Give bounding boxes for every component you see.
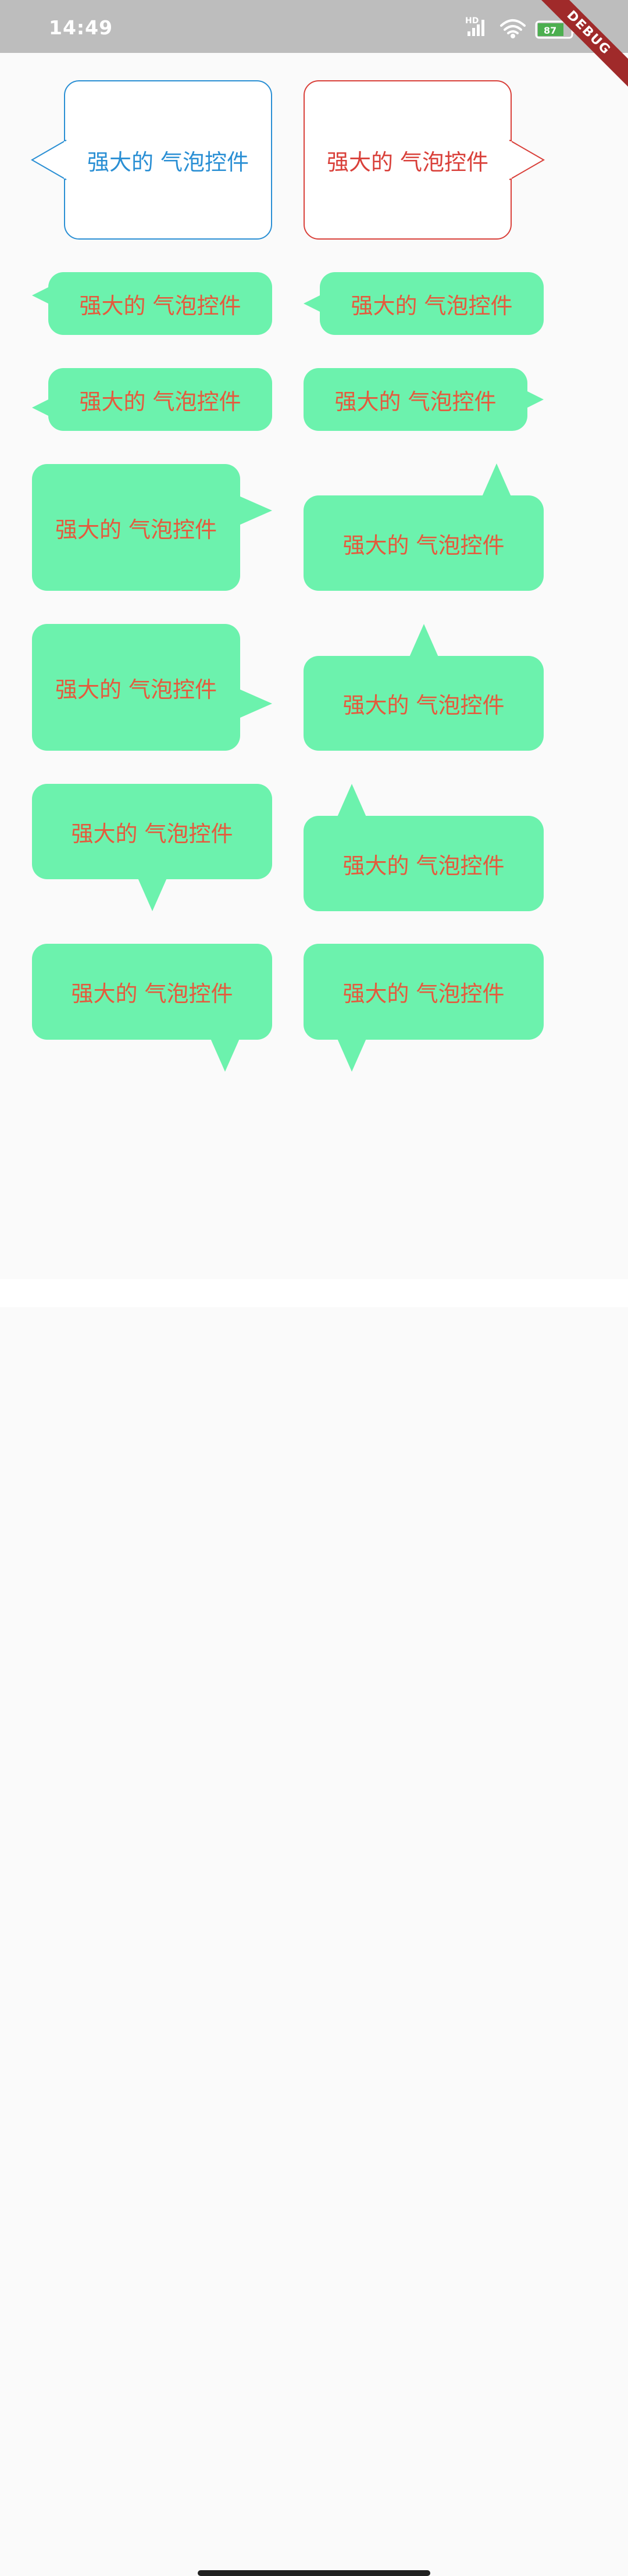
bubble-arrow-icon: [509, 140, 545, 180]
hd-label: HD: [465, 16, 479, 26]
bubble-up: 强大的 气泡控件: [304, 816, 544, 911]
bubble-arrow-icon: [409, 624, 439, 658]
bubble-arrow-icon: [238, 688, 272, 719]
bubble-text: 强大的 气泡控件: [342, 852, 505, 879]
bubble-arrow-icon: [32, 286, 51, 305]
bubble-left: 强大的 气泡控件: [48, 368, 272, 431]
bubble-text: 强大的 气泡控件: [342, 693, 505, 718]
bubble-arrow-icon: [210, 1037, 240, 1072]
bubble-arrow-icon: [238, 495, 272, 526]
bubble-up: 强大的 气泡控件: [304, 656, 544, 751]
bubble-text: 强大的 气泡控件: [342, 981, 505, 1007]
bubble-down: 强大的 气泡控件: [32, 784, 272, 879]
bubble-text: 强大的 气泡控件: [71, 981, 233, 1007]
navigation-bar: [0, 1279, 628, 2576]
bubble-down: 强大的 气泡控件: [32, 944, 272, 1040]
bubble-text: 强大的 气泡控件: [71, 820, 233, 847]
battery-level: 87: [544, 25, 556, 36]
bubble-arrow-icon: [525, 390, 544, 409]
bubble-text: 强大的 气泡控件: [55, 676, 217, 702]
bubble-arrow-icon: [337, 784, 367, 818]
bubble-text: 强大的 气泡控件: [342, 532, 505, 558]
bubble-right: 强大的 气泡控件: [304, 80, 512, 240]
bubble-left: 强大的 气泡控件: [48, 272, 272, 335]
home-indicator[interactable]: [198, 2570, 430, 2576]
bubble-text: 强大的 气泡控件: [87, 149, 249, 175]
arrow-seam: [64, 141, 66, 179]
bubble-right: 强大的 气泡控件: [304, 368, 527, 431]
bubble-up: 强大的 气泡控件: [304, 495, 544, 591]
wifi-icon: [500, 19, 526, 38]
bubble-text: 强大的 气泡控件: [79, 388, 241, 415]
bubble-down: 强大的 气泡控件: [304, 944, 544, 1040]
system-icons: HD 87: [465, 16, 576, 39]
bubble-arrow-icon: [337, 1037, 367, 1072]
bubble-text: 强大的 气泡控件: [334, 388, 497, 415]
bubble-left: 强大的 气泡控件: [320, 272, 544, 335]
bubble-arrow-icon: [481, 463, 512, 498]
bubble-arrow-icon: [304, 294, 322, 313]
clock: 14:49: [49, 16, 113, 39]
bubble-arrow-icon: [32, 398, 51, 417]
bubble-text: 强大的 气泡控件: [351, 292, 513, 319]
bubble-text: 强大的 气泡控件: [79, 292, 241, 319]
bubble-arrow-icon: [137, 877, 167, 911]
bubble-arrow-icon: [30, 140, 67, 180]
bubble-text: 强大的 气泡控件: [55, 516, 217, 543]
battery-icon: 87: [535, 20, 576, 39]
bubble-right: 强大的 气泡控件: [32, 624, 240, 751]
status-bar: 14:49 HD 87 DEBUG: [0, 0, 628, 90]
arrow-seam: [509, 141, 512, 179]
bubble-left: 强大的 气泡控件: [64, 80, 272, 240]
bubble-text: 强大的 气泡控件: [326, 149, 489, 175]
bubble-right: 强大的 气泡控件: [32, 464, 240, 591]
